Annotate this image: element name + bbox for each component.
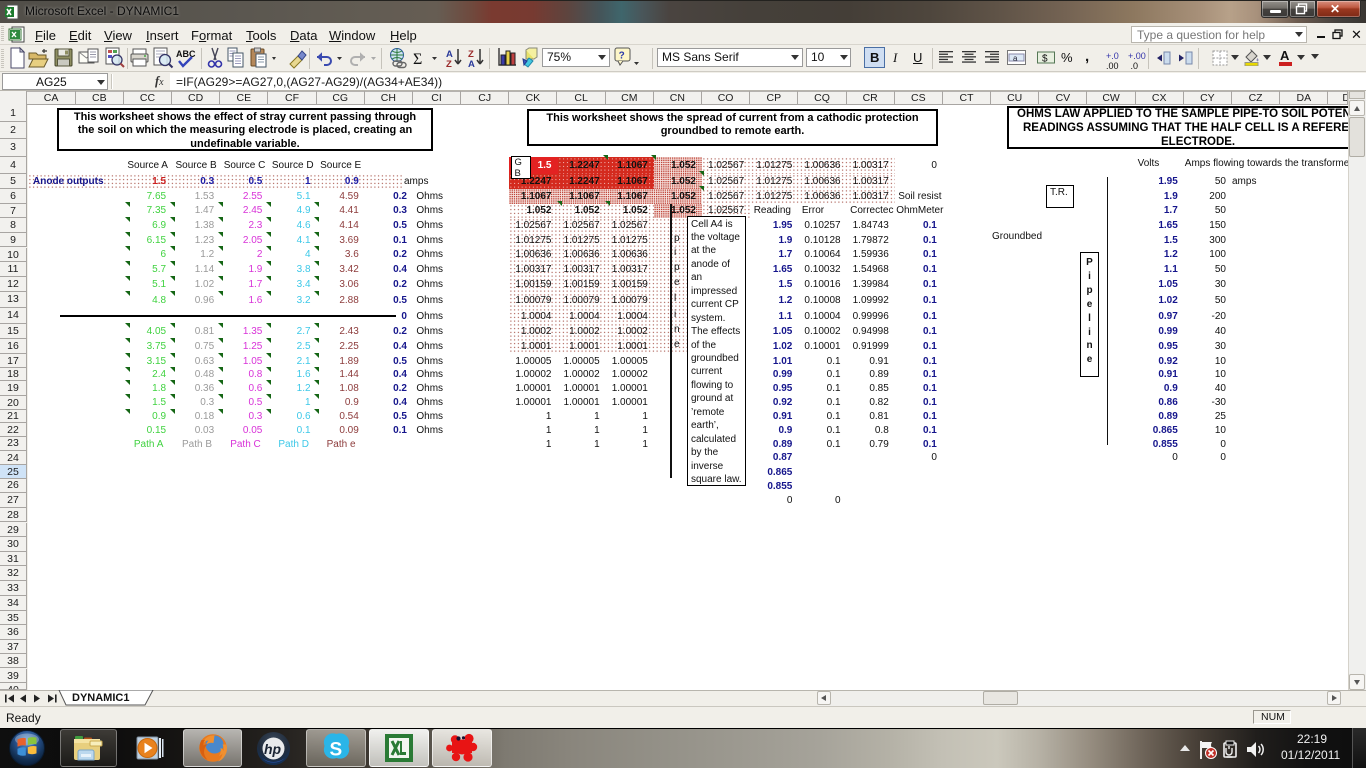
- svg-text:Z: Z: [446, 59, 452, 70]
- svg-text:ABC: ABC: [176, 49, 196, 59]
- svg-text:$: $: [1042, 54, 1048, 65]
- svg-text:A: A: [468, 59, 475, 70]
- svg-text:a: a: [1013, 54, 1018, 63]
- svg-text:Σ: Σ: [413, 51, 422, 68]
- svg-text:?: ?: [619, 51, 625, 62]
- svg-text:S: S: [330, 740, 343, 761]
- svg-text:hp: hp: [264, 741, 282, 757]
